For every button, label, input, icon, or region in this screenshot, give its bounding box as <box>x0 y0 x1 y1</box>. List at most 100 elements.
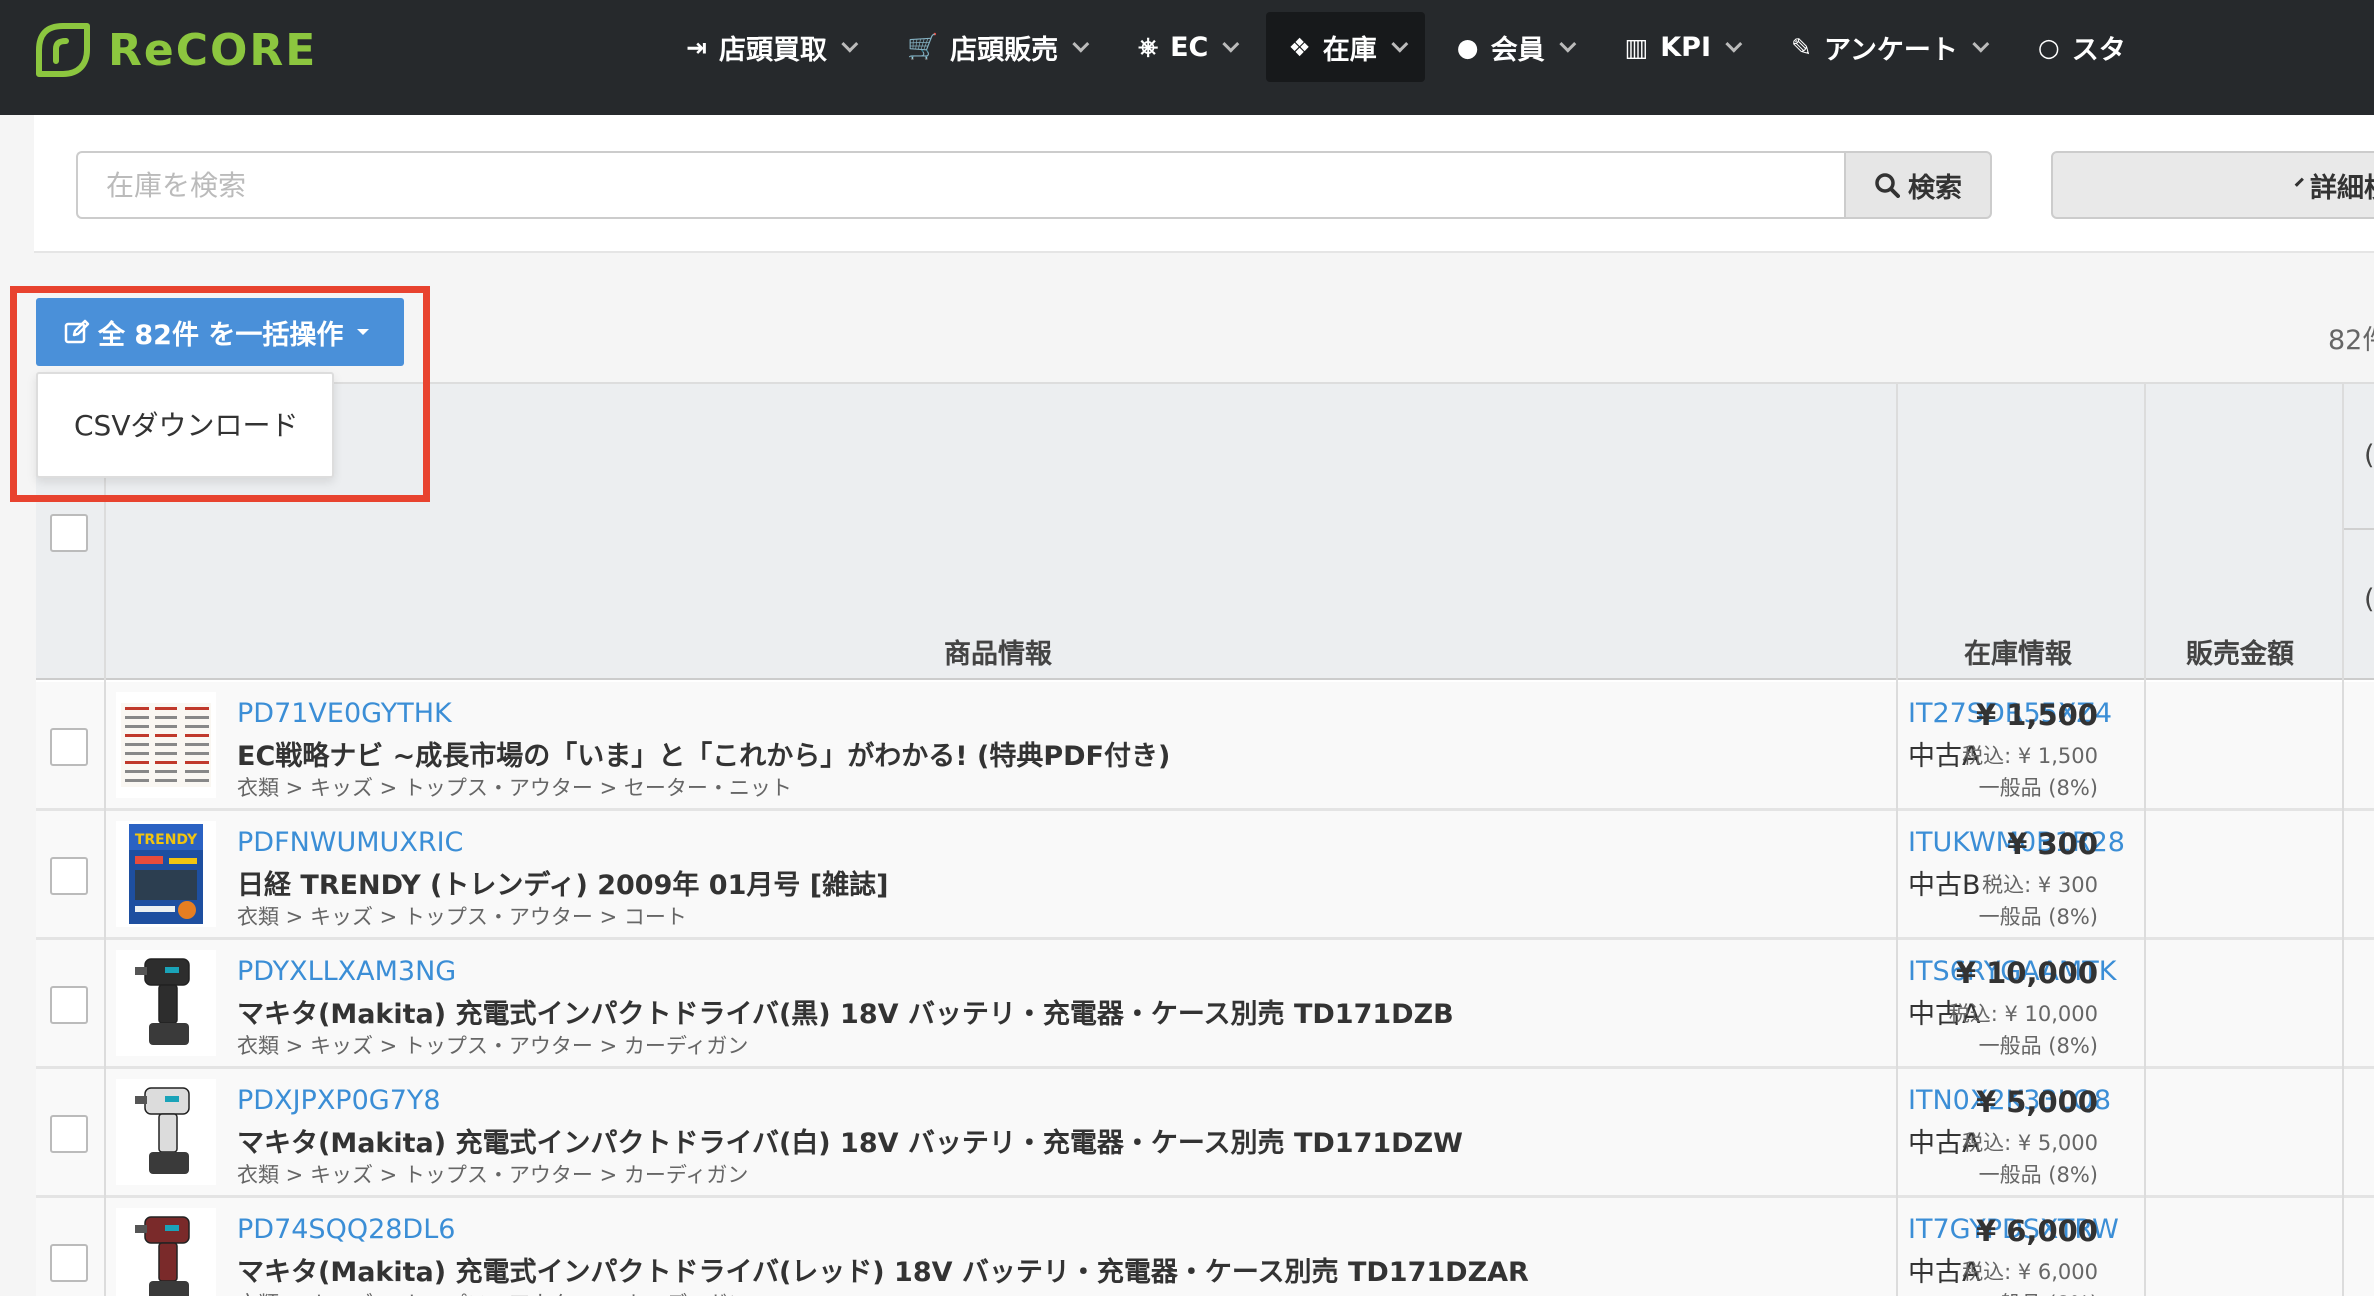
nav-item-label: 在庫 <box>1322 34 1377 66</box>
nav-item-4[interactable]: ● 会員 <box>1435 12 1593 82</box>
product-category: 衣類 > キッズ > トップス・アウター > コート <box>237 905 687 929</box>
price-with-tax: 税込: ¥ 300 <box>1982 873 2098 897</box>
chevron-down-icon <box>1972 35 1990 53</box>
nav-item-3[interactable]: ❖ 在庫 <box>1266 12 1425 82</box>
price-with-tax: 税込: ¥ 6,000 <box>1962 1260 2098 1284</box>
user-outline-icon: ○ <box>2037 32 2060 62</box>
nav-item-7[interactable]: ○ スタ <box>2016 12 2148 82</box>
nav-item-label: 店頭販売 <box>950 34 1059 66</box>
nav-item-1[interactable]: 🛒 店頭販売 <box>885 12 1106 82</box>
chevron-down-icon <box>1725 35 1743 53</box>
sale-price: ¥ 300 <box>2007 827 2098 861</box>
column-divider <box>2342 384 2344 1296</box>
sale-price: ¥ 10,000 <box>1955 956 2098 990</box>
price-with-tax: 税込: ¥ 10,000 <box>1948 1002 2098 1026</box>
main-nav: ⇥ 店頭買取 🛒 店頭販売 ⎈ EC ❖ 在庫 ● 会員 ▥ KPI ✎ アンケート ○ スタ <box>664 12 2158 82</box>
column-divider <box>2144 384 2146 1296</box>
table-row[interactable]: PDYXLLXAM3NG マキタ(Makita) 充電式インパクトドライバ(黒) … <box>36 940 2374 1070</box>
svg-text:TRENDY: TRENDY <box>135 832 198 848</box>
header-divider <box>2344 528 2374 530</box>
detail-search-label: 詳細検 <box>2310 172 2374 204</box>
row-checkbox[interactable] <box>50 1244 88 1282</box>
chevron-down-icon <box>841 35 859 53</box>
stock-table: 商品情報 在庫情報 販売金額 ( ( PD71VE0GYTHK EC戦略ナビ ~成… <box>36 382 2374 1296</box>
chevron-down-icon <box>1222 35 1240 53</box>
chevron-down-icon <box>1558 35 1576 53</box>
drill-thumbnail[interactable] <box>116 1079 216 1185</box>
nav-item-label: KPI <box>1660 31 1712 63</box>
row-checkbox[interactable] <box>50 728 88 766</box>
table-row[interactable]: PD71VE0GYTHK EC戦略ナビ ~成長市場の「いま」と「これから」がわかる… <box>36 682 2374 812</box>
product-name: マキタ(Makita) 充電式インパクトドライバ(白) 18V バッテリ・充電器… <box>237 1128 1463 1159</box>
nav-item-label: EC <box>1170 31 1209 63</box>
price-with-tax: 税込: ¥ 1,500 <box>1962 744 2098 768</box>
header-product-info: 商品情報 <box>944 639 1052 670</box>
stock-search-input[interactable] <box>76 151 1878 219</box>
product-category: 衣類 > キッズ > トップス・アウター > セーター・ニット <box>237 776 792 800</box>
tax-rate: 一般品 (8%) <box>1978 1034 2098 1058</box>
recore-logo[interactable]: ReCORE <box>34 20 317 80</box>
result-count: 82件 <box>2328 325 2374 356</box>
sale-price: ¥ 1,500 <box>1975 698 2098 732</box>
product-code-link[interactable]: PDYXLLXAM3NG <box>237 956 456 987</box>
bar-chart-icon: ▥ <box>1624 32 1649 62</box>
select-all-checkbox[interactable] <box>50 514 88 552</box>
logo-text: ReCORE <box>108 24 318 76</box>
tax-rate: 一般品 (8%) <box>1979 1288 2098 1296</box>
nav-item-label: 会員 <box>1490 34 1545 66</box>
tax-rate: 一般品 (8%) <box>1978 905 2098 929</box>
chevron-down-icon <box>1072 35 1090 53</box>
product-name: マキタ(Makita) 充電式インパクトドライバ(レッド) 18V バッテリ・充… <box>237 1257 1529 1288</box>
header-fragment-2: ( <box>2364 584 2374 615</box>
sale-price: ¥ 5,000 <box>1975 1085 2098 1119</box>
chevron-down-icon <box>2294 177 2304 187</box>
row-checkbox[interactable] <box>50 857 88 895</box>
annotation-highlight-box <box>10 286 430 502</box>
row-checkbox[interactable] <box>50 986 88 1024</box>
table-row[interactable]: PDXJPXP0G7Y8 マキタ(Makita) 充電式インパクトドライバ(白) … <box>36 1069 2374 1199</box>
search-button[interactable]: 検索 <box>1844 151 1992 219</box>
magazine-thumbnail[interactable]: TRENDY <box>116 821 216 927</box>
nav-item-label: 店頭買取 <box>718 34 827 66</box>
table-row[interactable]: PD74SQQ28DL6 マキタ(Makita) 充電式インパクトドライバ(レッド… <box>36 1198 2374 1296</box>
column-divider <box>1896 384 1898 1296</box>
cart-icon: 🛒 <box>906 32 939 61</box>
search-icon <box>1875 173 1900 198</box>
sign-in-icon: ⇥ <box>686 32 707 62</box>
search-panel: 検索 詳細検 <box>34 115 2374 253</box>
header-fragment-1: ( <box>2364 440 2374 471</box>
sitemap-icon: ⎈ <box>1138 32 1159 61</box>
product-code-link[interactable]: PDXJPXP0G7Y8 <box>237 1085 441 1116</box>
product-code-link[interactable]: PD71VE0GYTHK <box>237 698 452 729</box>
stock-grade: 中古B <box>1908 870 1981 901</box>
edit-icon: ✎ <box>1791 32 1812 62</box>
drill-thumbnail[interactable] <box>116 1208 216 1296</box>
product-category: 衣類 > キッズ > トップス・アウター > カーディガン <box>237 1288 748 1296</box>
nav-item-label: スタ <box>2071 34 2126 66</box>
product-category: 衣類 > キッズ > トップス・アウター > カーディガン <box>237 1163 749 1187</box>
tax-rate: 一般品 (8%) <box>1978 776 2098 800</box>
drill-thumbnail[interactable] <box>116 950 216 1056</box>
nav-item-6[interactable]: ✎ アンケート <box>1769 12 2006 82</box>
row-checkbox[interactable] <box>50 1115 88 1153</box>
search-button-label: 検索 <box>1908 172 1962 204</box>
product-name: マキタ(Makita) 充電式インパクトドライバ(黒) 18V バッテリ・充電器… <box>237 999 1454 1030</box>
chevron-down-icon <box>1391 35 1409 53</box>
product-name: 日経 TRENDY (トレンディ) 2009年 01月号 [雑誌] <box>237 870 889 901</box>
nav-item-label: アンケート <box>1823 34 1958 66</box>
price-with-tax: 税込: ¥ 5,000 <box>1962 1131 2098 1155</box>
header-sale-price: 販売金額 <box>2186 639 2294 670</box>
product-name: EC戦略ナビ ~成長市場の「いま」と「これから」がわかる! (特典PDF付き) <box>237 741 1171 772</box>
nav-item-5[interactable]: ▥ KPI <box>1603 12 1759 82</box>
product-category: 衣類 > キッズ > トップス・アウター > カーディガン <box>237 1034 749 1058</box>
nav-item-2[interactable]: ⎈ EC <box>1116 12 1256 82</box>
leaf-logo-icon <box>36 23 90 77</box>
table-row[interactable]: TRENDY PDFNWUMUXRIC 日経 TRENDY (トレンディ) 2009… <box>36 811 2374 941</box>
product-code-link[interactable]: PD74SQQ28DL6 <box>237 1214 455 1245</box>
product-code-link[interactable]: PDFNWUMUXRIC <box>237 827 463 858</box>
detail-search-button[interactable]: 詳細検 <box>2051 151 2374 219</box>
nav-item-0[interactable]: ⇥ 店頭買取 <box>664 12 875 82</box>
cubes-icon: ❖ <box>1288 32 1311 62</box>
header-stock-info: 在庫情報 <box>1964 639 2072 670</box>
document-thumbnail[interactable] <box>116 692 216 798</box>
